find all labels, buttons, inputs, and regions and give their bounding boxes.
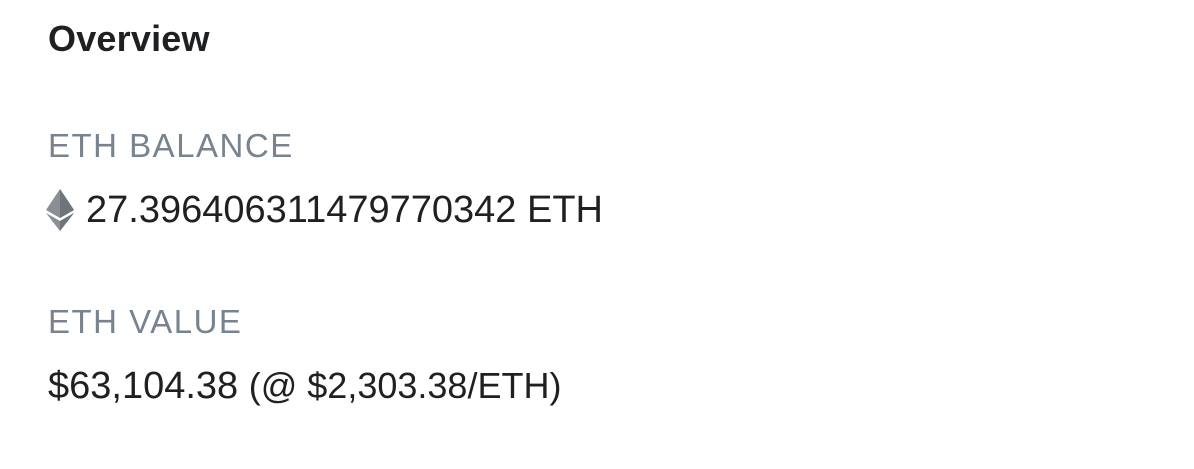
eth-balance-label: ETH BALANCE [48, 127, 294, 164]
eth-balance-row: 27.396406311479770342 ETH [46, 186, 603, 234]
eth-value-row: $63,104.38 (@ $2,303.38/ETH) [48, 362, 561, 410]
ethereum-icon [46, 189, 74, 231]
eth-balance-amount: 27.396406311479770342 ETH [86, 189, 603, 231]
overview-title: Overview [48, 18, 210, 59]
eth-value-label: ETH VALUE [48, 303, 243, 340]
eth-price: (@ $2,303.38/ETH) [248, 365, 562, 406]
overview-card: Overview ETH BALANCE 27.3964063114797703… [0, 0, 1194, 469]
eth-value-amount: $63,104.38 [48, 365, 239, 407]
